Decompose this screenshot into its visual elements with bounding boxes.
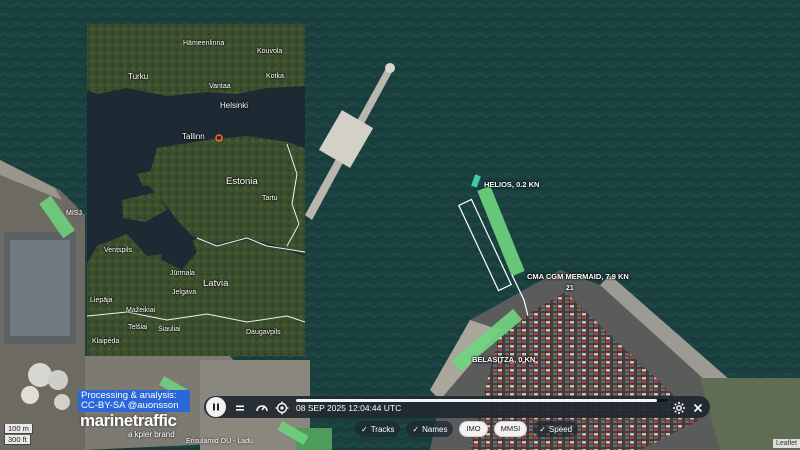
pause-icon xyxy=(213,403,219,411)
leaflet-attribution-link[interactable]: Leaflet xyxy=(772,439,800,448)
brand-subtitle: a kpler brand xyxy=(128,430,175,439)
place-label-daugavpils: Daugavpils xyxy=(246,329,281,336)
speed-equals-icon[interactable] xyxy=(232,400,248,416)
place-label-kouvola: Kouvola xyxy=(257,48,283,55)
toggle-speed[interactable]: ✓ Speed xyxy=(533,421,579,437)
toggle-tracks[interactable]: ✓ Tracks xyxy=(355,421,401,437)
place-label-latvia: Latvia xyxy=(203,278,229,289)
toggle-speed-label: Speed xyxy=(548,424,573,434)
playback-progress-track[interactable] xyxy=(296,399,668,402)
scale-imperial: 300 ft xyxy=(4,435,31,445)
place-label-liepaja: Liepāja xyxy=(90,297,113,304)
berth-number: 21 xyxy=(566,285,574,292)
place-label-helsinki: Helsinki xyxy=(220,101,249,110)
place-label-tallinn: Tallinn xyxy=(182,132,205,141)
check-icon: ✓ xyxy=(539,424,546,434)
place-label-vantaa: Vantaa xyxy=(209,83,231,90)
playback-timestamp: 08 SEP 2025 12:04:44 UTC xyxy=(296,403,402,413)
vessel-label-cma-cgm-mermaid[interactable]: CMA CGM MERMAID, 7.9 KN xyxy=(527,272,629,281)
place-label-kotka: Kotka xyxy=(266,73,284,80)
layer-toggles: ✓ Tracks ✓ Names IMO MMSI ✓ Speed xyxy=(355,421,579,437)
gauge-icon[interactable] xyxy=(254,400,270,416)
place-label-tartu: Tartu xyxy=(262,195,278,202)
place-label-estonia: Estonia xyxy=(226,176,258,187)
dock-label-company: Erisulamid OÜ - Ladu xyxy=(186,438,253,445)
toggle-names[interactable]: ✓ Names xyxy=(406,421,454,437)
close-icon[interactable] xyxy=(690,400,706,416)
vessel-label-helios[interactable]: HELIOS, 0.2 KN xyxy=(484,180,539,189)
check-icon: ✓ xyxy=(412,424,420,434)
locate-target-icon[interactable] xyxy=(274,400,290,416)
place-label-ventspils: Ventspils xyxy=(104,247,133,254)
credit-line-2: CC-BY-SA @auonsson xyxy=(81,400,179,411)
gear-icon[interactable] xyxy=(671,400,687,416)
place-label-turku: Turku xyxy=(128,72,149,81)
place-label-siauliai: Šiauliai xyxy=(158,326,181,333)
toggle-names-label: Names xyxy=(422,424,448,434)
toggle-tracks-label: Tracks xyxy=(370,424,395,434)
toggle-mmsi[interactable]: MMSI xyxy=(493,421,528,437)
place-label-hameenlinna: Hämeenlinna xyxy=(183,40,225,47)
place-label-jelgava: Jelgava xyxy=(172,289,197,296)
place-label-jurmala: Jūrmala xyxy=(170,270,195,277)
scale-metric: 100 m xyxy=(4,424,33,434)
check-icon: ✓ xyxy=(361,424,368,434)
place-label-mazeikiai: Mažeikiai xyxy=(126,307,156,314)
toggle-imo[interactable]: IMO xyxy=(459,421,488,437)
playback-progress-fill xyxy=(296,399,657,402)
place-label-telsiai: Telšiai xyxy=(128,324,148,331)
place-label-klaipeda: Klaipėda xyxy=(92,338,120,345)
marinetraffic-logo: marinetraffic xyxy=(80,411,177,430)
pause-button[interactable] xyxy=(206,397,226,417)
processing-credit: Processing & analysis: CC-BY-SA @auonsso… xyxy=(78,390,190,412)
dock-label-misj: MISJ xyxy=(66,210,82,217)
vessel-label-belasitza[interactable]: BELASITZA, 0 KN xyxy=(472,355,535,364)
